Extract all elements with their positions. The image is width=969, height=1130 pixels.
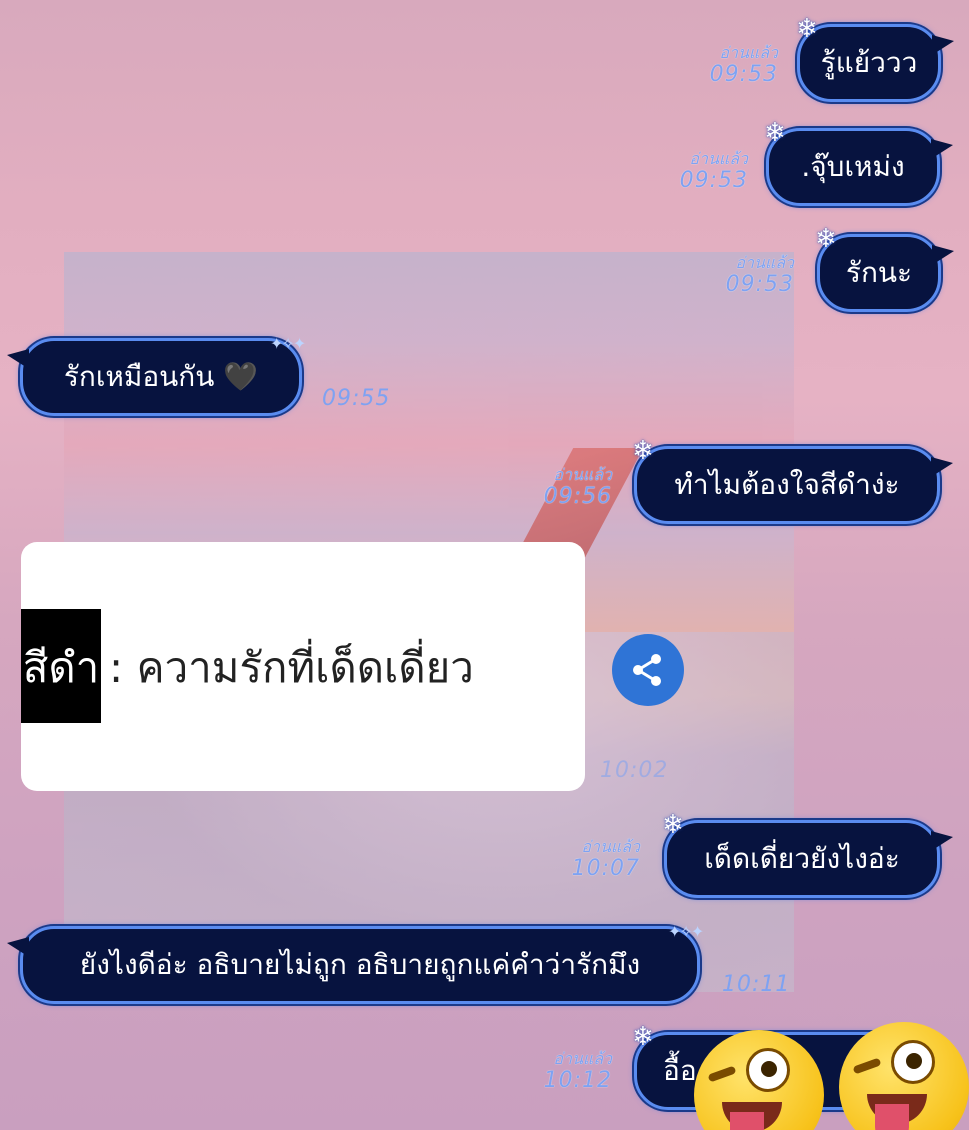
message-time: 09:53	[725, 272, 794, 297]
message-time: 09:56	[543, 484, 612, 509]
message-text: รู้แย้ววว	[820, 46, 918, 79]
message-bubble-sent[interactable]: .จุ๊บเหม่ง	[766, 128, 953, 206]
read-receipt: อ่านแล้ว	[553, 465, 612, 484]
share-icon	[633, 654, 661, 686]
winking-eye	[707, 1065, 737, 1083]
snowflake-icon: ❄	[662, 810, 684, 840]
message-time: 10:07	[571, 856, 640, 881]
message-meta: อ่านแล้ว 10:12	[524, 1048, 612, 1092]
message-time: 09:55	[322, 386, 391, 411]
message-text: รักเหมือนกัน 🖤	[63, 360, 259, 393]
message-text: รักนะ	[845, 256, 913, 289]
message-text: เด็ดเดี่ยวยังไงอ่ะ	[704, 842, 900, 875]
message-bubble-received[interactable]: รักเหมือนกัน 🖤	[7, 338, 302, 416]
read-receipt: อ่านแล้ว	[553, 1049, 612, 1068]
read-receipt: อ่านแล้ว	[689, 149, 748, 168]
tongue	[730, 1112, 764, 1130]
sparkle-decoration: ✦✧✦	[668, 922, 704, 941]
message-meta: อ่านแล้ว 09:53	[706, 252, 794, 296]
snowflake-icon: ❄	[796, 14, 818, 44]
open-eye	[746, 1048, 790, 1092]
message-time: 10:12	[543, 1068, 612, 1093]
snowflake-icon: ❄	[632, 436, 654, 466]
message-text: ทำไมต้องใจสีดำง่ะ	[674, 468, 900, 501]
read-receipt: อ่านแล้ว	[719, 43, 778, 62]
shared-image-card[interactable]: สีดำ : ความรักที่เด็ดเดี่ยว	[21, 542, 585, 791]
snowflake-icon: ❄	[632, 1022, 654, 1052]
message-meta: อ่านแล้ว 09:53	[690, 42, 778, 86]
message-text: ยังไงดีอ่ะ อธิบายไม่ถูก อธิบายถูกแค่คำว่…	[79, 948, 641, 981]
open-eye	[891, 1040, 935, 1084]
highlight-text: สีดำ	[22, 643, 100, 692]
message-time: 10:11	[722, 972, 791, 997]
message-time: 09:53	[679, 168, 748, 193]
snowflake-icon: ❄	[815, 224, 837, 254]
winking-eye	[852, 1057, 882, 1075]
message-time: 09:53	[709, 62, 778, 87]
message-bubble-received[interactable]: ยังไงดีอ่ะ อธิบายไม่ถูก อธิบายถูกแค่คำว่…	[7, 926, 700, 1004]
read-receipt: อ่านแล้ว	[735, 253, 794, 272]
share-button[interactable]	[612, 634, 684, 706]
message-time: 10:02	[600, 758, 669, 783]
sparkle-decoration: ✦✧✦	[270, 334, 306, 353]
message-bubble-sent[interactable]: ทำไมต้องใจสีดำง่ะ	[634, 446, 953, 524]
tongue	[875, 1104, 909, 1130]
message-meta: อ่านแล้ว 09:53	[660, 148, 748, 192]
read-receipt: อ่านแล้ว	[581, 837, 640, 856]
message-text: .จุ๊บเหม่ง	[801, 150, 905, 183]
message-meta: อ่านแล้ว 09:56	[524, 464, 612, 508]
message-meta: อ่านแล้ว 10:07	[552, 836, 640, 880]
card-text: : ความรักที่เด็ดเดี่ยว	[109, 643, 474, 692]
snowflake-icon: ❄	[764, 118, 786, 148]
message-bubble-sent[interactable]: เด็ดเดี่ยวยังไงอ่ะ	[664, 820, 953, 898]
